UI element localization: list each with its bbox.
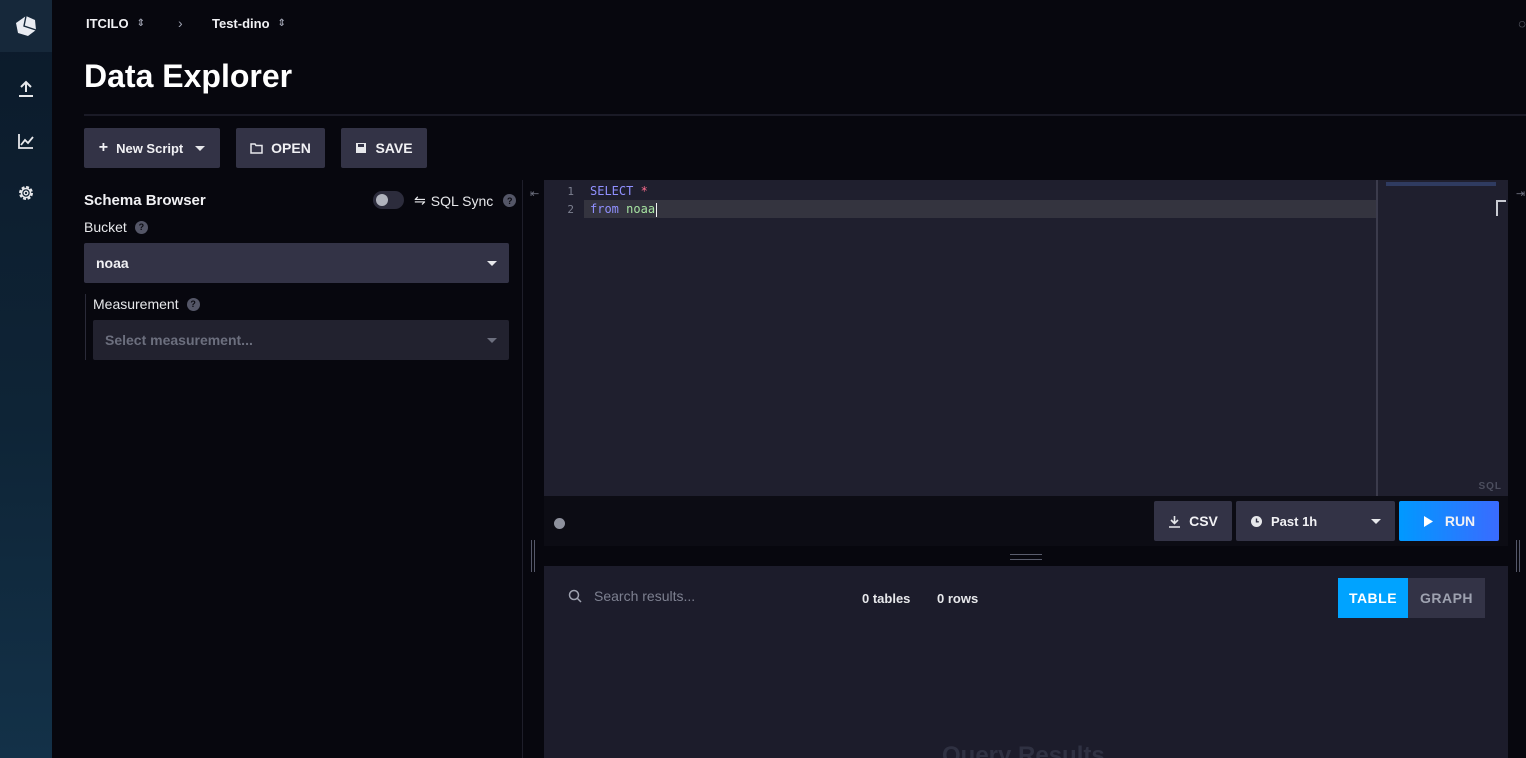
code-keyword: from: [590, 202, 619, 216]
results-search[interactable]: Search results...: [568, 588, 695, 604]
help-icon[interactable]: ?: [503, 194, 517, 207]
new-script-button[interactable]: + New Script: [84, 128, 220, 168]
time-range-dropdown[interactable]: Past 1h: [1236, 501, 1395, 541]
bucket-switcher[interactable]: Test-dino ⇕: [212, 16, 286, 31]
tab-graph[interactable]: GRAPH: [1408, 578, 1485, 618]
sql-sync-toggle[interactable]: [373, 191, 404, 209]
search-icon: [568, 589, 582, 603]
org-switcher[interactable]: ITCILO ⇕: [86, 16, 145, 31]
bucket-label: Bucket ?: [84, 219, 148, 235]
page-title: Data Explorer: [84, 58, 293, 94]
chevron-down-icon: [1371, 518, 1381, 524]
nav-rail: [0, 0, 52, 758]
minimap-slider[interactable]: [1496, 200, 1506, 216]
resize-handle-left[interactable]: [531, 540, 535, 572]
help-icon[interactable]: ?: [186, 297, 200, 311]
panel-divider: [522, 180, 523, 758]
play-icon: [1423, 515, 1433, 527]
bucket-name: Test-dino: [212, 16, 270, 31]
time-range-value: Past 1h: [1271, 513, 1318, 529]
code-line[interactable]: from noaa: [590, 202, 658, 217]
minimap-viewport: [1386, 182, 1496, 186]
query-results-placeholder: Query Results: [942, 742, 1105, 758]
updown-icon: ⇕: [136, 18, 145, 29]
updown-icon: ⇕: [277, 18, 286, 29]
run-label: RUN: [1444, 513, 1476, 529]
bucket-dropdown[interactable]: noaa: [84, 243, 509, 283]
collapse-right-icon[interactable]: ⇥: [1516, 187, 1525, 200]
save-button[interactable]: SAVE: [341, 128, 427, 168]
current-line-highlight: [584, 200, 1376, 218]
time-range-content: Past 1h: [1250, 514, 1317, 529]
resize-handle-right[interactable]: [1516, 540, 1520, 572]
chevron-down-icon: [487, 337, 497, 343]
line-number: 1: [567, 185, 574, 198]
nav-data-explorer-button[interactable]: [0, 121, 52, 161]
plus-icon: +: [98, 139, 109, 156]
sql-sync-label: ⇋ SQL Sync ?: [414, 192, 517, 209]
measurement-label: Measurement ?: [93, 296, 200, 312]
collapse-left-icon[interactable]: ⇤: [530, 187, 539, 200]
sql-editor[interactable]: 1 2 SELECT * from noaa SQL: [544, 180, 1508, 496]
schema-browser-title: Schema Browser: [84, 192, 206, 209]
tree-line: [85, 294, 86, 360]
nav-load-data-button[interactable]: [0, 69, 52, 109]
tab-table[interactable]: TABLE: [1338, 578, 1408, 618]
clock-icon: [1251, 515, 1262, 527]
breadcrumb-chevron-icon: ›: [178, 15, 183, 31]
bucket-value: noaa: [96, 255, 129, 271]
influx-logo-icon: [16, 15, 37, 36]
org-name: ITCILO: [86, 16, 129, 31]
bucket-label-text: Bucket: [84, 219, 127, 235]
csv-label: CSV: [1189, 513, 1218, 529]
line-gutter: 1 2: [544, 180, 584, 496]
upload-icon: [19, 80, 33, 97]
code-line[interactable]: SELECT *: [590, 184, 648, 198]
user-menu-icon[interactable]: ◌: [1518, 16, 1526, 31]
code-identifier: noaa: [626, 202, 656, 216]
nav-settings-button[interactable]: [0, 173, 52, 213]
open-label: OPEN: [271, 140, 311, 156]
save-icon: [356, 143, 367, 153]
graph-icon: [18, 134, 34, 149]
new-script-label: New Script: [116, 140, 184, 156]
help-icon[interactable]: ?: [134, 220, 148, 234]
chevron-down-icon: [195, 145, 206, 151]
run-button[interactable]: RUN: [1399, 501, 1499, 541]
search-input[interactable]: Search results...: [594, 588, 695, 604]
results-panel: Search results... 0 tables 0 rows TABLE …: [544, 566, 1508, 758]
editor-footer: CSV Past 1h RUN: [544, 496, 1508, 546]
status-indicator: [554, 518, 565, 529]
results-resize-handle[interactable]: [1010, 554, 1042, 560]
header-divider: [84, 114, 1526, 116]
folder-icon: [250, 143, 263, 154]
save-label: SAVE: [375, 140, 413, 156]
open-button[interactable]: OPEN: [236, 128, 325, 168]
code-operator: *: [640, 184, 648, 198]
download-icon: [1169, 515, 1181, 528]
line-number: 2: [567, 203, 574, 216]
language-tag: SQL: [1478, 481, 1502, 492]
text-cursor: [656, 202, 658, 217]
measurement-label-text: Measurement: [93, 296, 179, 312]
rows-count: 0 rows: [937, 591, 979, 606]
editor-minimap[interactable]: [1376, 180, 1508, 496]
sql-sync-text: SQL Sync: [430, 192, 494, 209]
toggle-knob: [376, 194, 388, 206]
tables-count: 0 tables: [862, 591, 911, 606]
logo[interactable]: [0, 0, 52, 52]
measurement-placeholder: Select measurement...: [105, 332, 253, 348]
chevron-down-icon: [487, 260, 497, 266]
measurement-dropdown[interactable]: Select measurement...: [93, 320, 509, 360]
csv-button[interactable]: CSV: [1154, 501, 1232, 541]
gear-icon: [19, 186, 33, 200]
code-keyword: SELECT: [590, 184, 634, 198]
sync-arrows-icon: ⇋: [414, 192, 426, 208]
